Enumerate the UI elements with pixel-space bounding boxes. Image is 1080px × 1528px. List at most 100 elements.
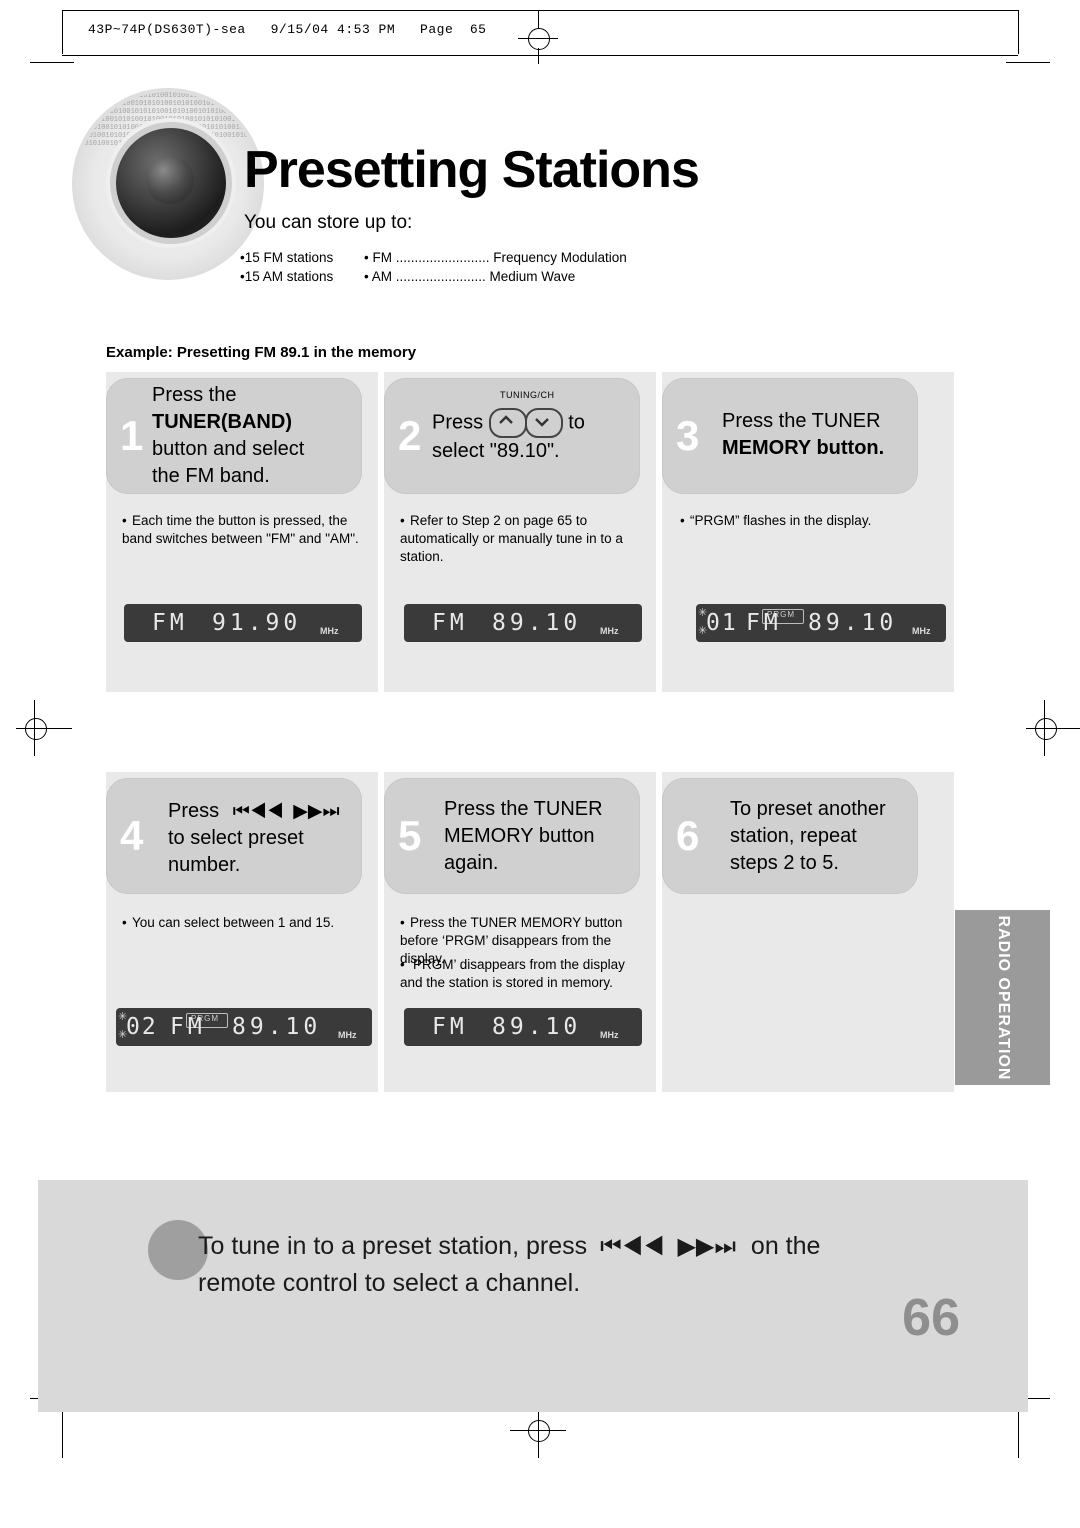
tuning-ch-label: TUNING/CH <box>500 390 555 400</box>
step-instruction-6: To preset another station, repeat steps … <box>730 796 930 877</box>
step-number-3: 3 <box>676 412 700 459</box>
step-note-1: • Each time the button is pressed, the ba… <box>122 513 359 546</box>
step2-line1: Press <box>432 411 484 434</box>
flash-spark-icon: ✳ <box>118 1011 128 1023</box>
step6-line3: steps 2 to 5. <box>730 852 839 874</box>
banner-line1b: on the <box>750 1232 821 1260</box>
registration-mark <box>528 28 550 50</box>
lcd1-freq: 91.90 <box>212 610 302 636</box>
side-tab-label: RADIO OPERATION <box>994 915 1012 1080</box>
step-instruction-4: Press ⏮◀◀ ▶▶⏭ to select preset number. <box>168 798 368 879</box>
tip-banner: To tune in to a preset station, press ⏮◀… <box>38 1180 1028 1412</box>
side-tab-radio-operation: RADIO OPERATION <box>955 910 1050 1085</box>
step2-line3: select "89.10". <box>432 440 560 462</box>
bullet-am-meaning: • AM ........................ Medium Wav… <box>364 269 576 284</box>
registration-mark <box>1035 718 1057 740</box>
step5-line3: again. <box>444 852 499 874</box>
crop-mark <box>1018 10 1019 54</box>
step5-line2: MEMORY button <box>444 825 595 847</box>
reg-tick <box>538 48 539 64</box>
reg-tick <box>538 10 539 28</box>
lcd-display-3: 01 PRGM FM 89.10 MHz ✳ ✳ <box>696 604 946 642</box>
reg-tick <box>510 1430 566 1431</box>
lcd-display-1: FM 91.90 MHz <box>124 604 362 642</box>
banner-line2: remote control to select a channel. <box>198 1269 581 1297</box>
crop-mark <box>30 62 74 63</box>
step-instruction-5: Press the TUNER MEMORY button again. <box>444 796 644 877</box>
lcd1-band: FM <box>152 610 188 636</box>
step4-line3: number. <box>168 854 241 876</box>
lcd-display-2: FM 89.10 MHz <box>404 604 642 642</box>
step-number-2: 2 <box>398 412 422 459</box>
step-note-4: • You can select between 1 and 15. <box>122 915 335 930</box>
step-instruction-3: Press the TUNER MEMORY button. <box>722 408 922 462</box>
store-intro-text: You can store up to: <box>244 212 413 233</box>
lcd3-preset: 01 <box>706 610 738 636</box>
bullet-am-stations: •15 AM stations <box>240 269 334 284</box>
lcd5-unit: MHz <box>600 1030 619 1040</box>
tuning-up-knob-icon[interactable] <box>488 408 527 438</box>
lcd2-unit: MHz <box>600 626 619 636</box>
manual-page: 43P~74P(DS630T)-sea 9/15/04 4:53 PM Page… <box>0 0 1080 1528</box>
step1-line4: the FM band. <box>152 465 270 487</box>
page-number: 66 <box>902 1289 960 1347</box>
registration-mark <box>528 1420 550 1442</box>
step-instruction-1: Press the TUNER(BAND) button and select … <box>152 382 362 490</box>
step5-note-text-2: ‘PRGM’ disappears from the display and t… <box>400 957 625 990</box>
step6-line2: station, repeat <box>730 825 857 847</box>
lcd3-band: FM <box>746 610 782 636</box>
step-number-5: 5 <box>398 812 422 859</box>
lcd4-freq: 89.10 <box>232 1014 322 1040</box>
lcd3-unit: MHz <box>912 626 931 636</box>
step1-line1: Press the <box>152 384 237 406</box>
step4-line2: to select preset <box>168 827 304 849</box>
reg-tick <box>16 728 72 729</box>
bullet-fm-meaning: • FM ......................... Frequency… <box>364 250 627 265</box>
step-number-1: 1 <box>120 412 144 459</box>
step-number-6: 6 <box>676 812 700 859</box>
skip-back-icon[interactable]: ⏮◀◀ <box>600 1233 664 1260</box>
skip-back-icon[interactable]: ⏮◀◀ <box>233 801 284 822</box>
step3-line2: MEMORY button. <box>722 437 885 459</box>
example-heading: Example: Presetting FM 89.1 in the memor… <box>106 344 417 361</box>
flash-spark-icon: ✳ <box>118 1029 128 1041</box>
step2-line2: to <box>568 411 585 434</box>
lcd1-unit: MHz <box>320 626 339 636</box>
step6-line1: To preset another <box>730 798 886 820</box>
step4-line1: Press <box>168 800 220 822</box>
lcd3-freq: 89.10 <box>808 610 898 636</box>
step4-note-text: You can select between 1 and 15. <box>132 915 335 930</box>
crop-mark <box>1006 62 1050 63</box>
step-instruction-2: Press to select "89.10". <box>432 408 642 465</box>
step2-note-text: Refer to Step 2 on page 65 to automatica… <box>400 513 623 564</box>
lcd2-band: FM <box>432 610 468 636</box>
lcd4-unit: MHz <box>338 1030 357 1040</box>
lcd4-band: FM <box>170 1014 206 1040</box>
step-number-4: 4 <box>120 812 144 859</box>
flash-spark-icon: ✳ <box>698 625 708 637</box>
banner-text: To tune in to a preset station, press ⏮◀… <box>198 1228 958 1301</box>
lcd2-freq: 89.10 <box>492 610 582 636</box>
reg-tick <box>518 38 558 39</box>
step-note-5b: • ‘PRGM’ disappears from the display and … <box>400 957 625 990</box>
step5-line1: Press the TUNER <box>444 798 603 820</box>
step-note-2: • Refer to Step 2 on page 65 to automatic… <box>400 513 623 564</box>
lcd5-band: FM <box>432 1014 468 1040</box>
flash-spark-icon: ✳ <box>698 607 708 619</box>
lcd5-freq: 89.10 <box>492 1014 582 1040</box>
bullet-fm-stations: •15 FM stations <box>240 250 334 265</box>
tuning-down-knob-icon[interactable] <box>524 408 563 438</box>
step-note-3: • “PRGM” flashes in the display. <box>680 513 872 528</box>
page-title: Presetting Stations <box>244 141 700 199</box>
step3-note-text: “PRGM” flashes in the display. <box>690 513 872 528</box>
step1-line3: button and select <box>152 438 305 460</box>
skip-forward-icon[interactable]: ▶▶⏭ <box>293 801 339 822</box>
step1-note-text: Each time the button is pressed, the ban… <box>122 513 359 546</box>
step1-line2: TUNER(BAND) <box>152 411 292 433</box>
lcd4-preset: 02 <box>126 1014 158 1040</box>
lcd-display-4: 02 PRGM FM 89.10 MHz ✳ ✳ <box>116 1008 372 1046</box>
print-file-stamp: 43P~74P(DS630T)-sea 9/15/04 4:53 PM Page… <box>88 22 487 37</box>
banner-line1a: To tune in to a preset station, press <box>198 1232 588 1260</box>
skip-forward-icon[interactable]: ▶▶⏭ <box>677 1233 736 1260</box>
lcd-display-5: FM 89.10 MHz <box>404 1008 642 1046</box>
